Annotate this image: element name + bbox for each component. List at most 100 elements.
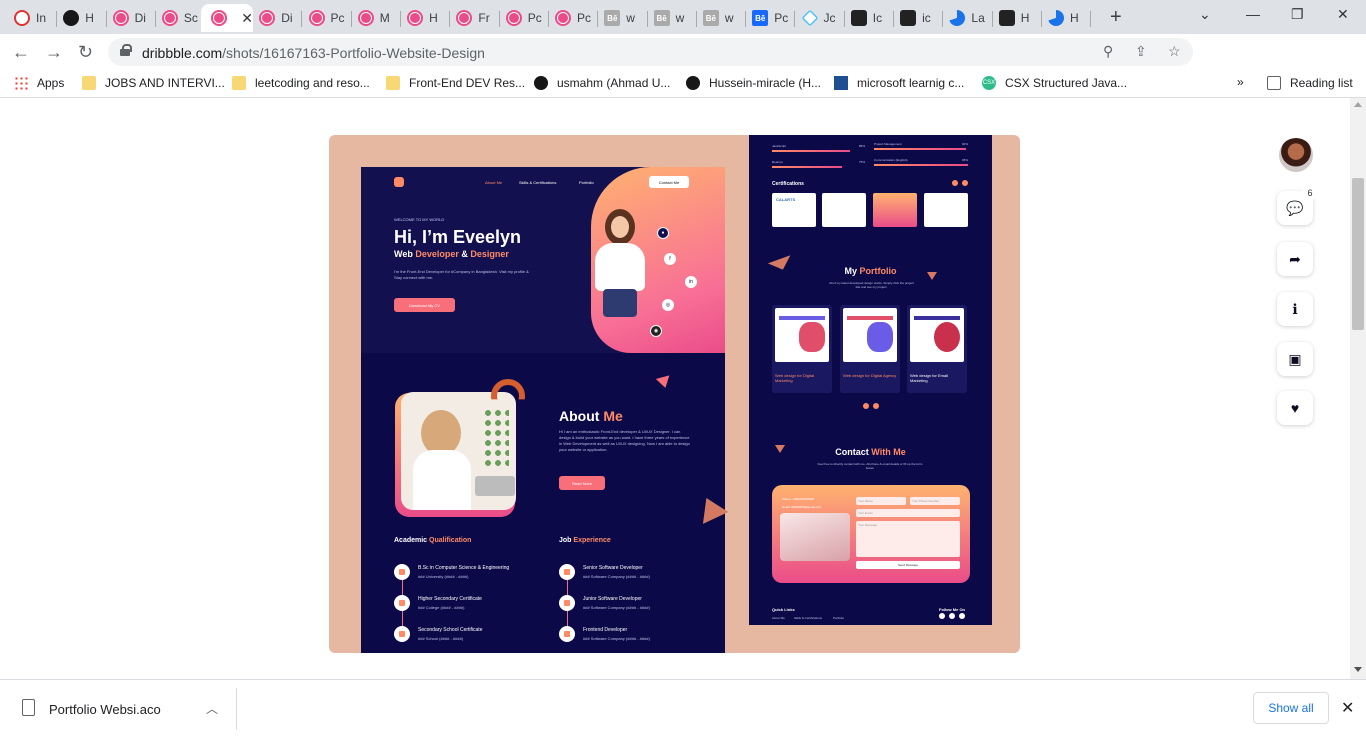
contact-title-text: Contact [835,447,869,457]
browser-tab[interactable]: H [993,4,1042,32]
browser-tab[interactable]: H [401,4,451,32]
browser-tab[interactable]: M [352,4,402,32]
bookmark-label: Front-End DEV Res... [409,76,526,90]
role-developer: Developer [415,249,459,259]
download-options-chevron-icon[interactable]: ︿ [206,700,218,717]
tab-label: M [379,11,390,25]
skill-pct: 95% [962,158,969,162]
github-icon [63,10,80,26]
bookmark-item[interactable]: JOBS AND INTERVI... [82,76,225,90]
form-message-field: Your Message [856,521,960,557]
close-window-button[interactable]: ✕ [1337,6,1349,23]
browser-tab[interactable]: ✕ [201,4,254,32]
browser-tab[interactable]: In [8,4,58,32]
forward-icon[interactable]: → [45,42,63,63]
skill-bar [874,164,968,166]
instagram-icon: ◎ [662,299,674,311]
back-icon[interactable]: ← [12,42,30,63]
skill-pct: 90% [962,142,969,146]
about-title-text: About [559,408,600,424]
portfolio-card: Web design for Digital Agency [840,305,900,393]
browser-tab[interactable]: ic [894,4,944,32]
browser-tab[interactable]: Bē w [697,4,747,32]
cert-logo: CALARTS [776,197,796,202]
new-tab-button[interactable]: + [1110,6,1122,29]
browser-tab[interactable]: Bē w [598,4,648,32]
browser-tab[interactable]: Di [107,4,156,32]
portfolio-card-label: Web design for Digital Marketing [775,373,815,383]
bookmark-item[interactable]: leetcoding and reso... [232,76,370,90]
like-button[interactable]: ♥ [1277,391,1313,425]
form-phone-field: Your Phone Number [910,497,960,505]
mock-hero-role: Web Developer & Designer [394,249,509,259]
job-item-sub: ### Software Company (#### - ####) [583,636,650,641]
github-icon [686,76,700,90]
dribbble-icon [259,10,276,26]
download-file-name[interactable]: Portfolio Websi.aco [49,702,161,717]
shot-image[interactable]: About Me Skills & Certifications Portfol… [329,135,1020,653]
certifications-title: Certifications [772,181,804,187]
browser-tab[interactable]: Pc [500,4,549,32]
close-downloads-bar-icon[interactable]: ✕ [1341,698,1354,718]
show-all-downloads-button[interactable]: Show all [1253,692,1329,724]
about-title-accent: Me [603,408,623,424]
url-text[interactable]: dribbble.com/shots/16167163-Portfolio-We… [142,45,485,61]
bookmarks-bar: » Reading list Apps JOBS AND INTERVI... le… [0,70,1366,98]
quick-links-title: Quick Links [772,607,795,612]
page-scrollbar[interactable] [1350,98,1366,679]
browser-tab[interactable]: H [57,4,107,32]
reading-list-button[interactable]: Reading list [1267,76,1353,90]
form-name-field: Your Name [856,497,906,505]
close-tab-icon[interactable]: ✕ [241,10,253,27]
reload-icon[interactable]: ↻ [78,42,93,63]
browser-tab[interactable]: Ic [845,4,895,32]
thumb-band [847,316,893,320]
mock-download-cv: Download My CV [394,298,455,312]
bookmark-item[interactable]: microsoft learnig c... [834,76,964,90]
bookmark-star-icon[interactable]: ☆ [1168,43,1181,60]
browser-tab[interactable]: Sc [156,4,206,32]
address-bar[interactable]: dribbble.com/shots/16167163-Portfolio-We… [108,38,1193,66]
browser-tab[interactable]: Bē w [648,4,697,32]
bookmark-label: leetcoding and reso... [255,76,370,90]
browser-tab[interactable]: Jc [796,4,845,32]
academic-item: B.Sc in Computer Science & Engineering ##… [394,564,544,588]
zoom-search-icon[interactable]: ⚲ [1103,43,1113,60]
scrollbar-thumb[interactable] [1352,178,1364,330]
bookmark-item[interactable]: Hussein-miracle (H... [686,76,821,90]
browser-tab[interactable]: Pc [549,4,599,32]
minimize-button[interactable]: — [1246,6,1260,22]
bookmark-item[interactable]: CSX CSX Structured Java... [982,76,1127,90]
browser-tab[interactable]: H [1042,4,1092,32]
mock-read-more: Read More [559,476,605,490]
behance-icon: Bē [752,10,769,26]
photo-laptop [475,476,515,496]
downloads-bar: Portfolio Websi.aco ︿ Show all ✕ [0,679,1366,736]
browser-tab[interactable]: Pc [303,4,352,32]
share-icon[interactable]: ⇪ [1135,43,1147,60]
designer-avatar[interactable] [1279,138,1313,172]
save-to-collection-button[interactable]: ▣ [1277,342,1313,376]
share-button[interactable]: ➦ [1277,242,1313,276]
portfolio-card: Web design for Email Marketing [907,305,967,393]
browser-tab[interactable]: Fr [450,4,500,32]
browser-tab[interactable]: La [943,4,993,32]
skill-label: React.js [772,160,783,164]
tab-label: w [626,11,635,25]
scroll-down-arrow[interactable] [1354,667,1362,672]
thumb-art [867,322,893,352]
browser-tab[interactable]: Bē Pc [746,4,796,32]
url-host: dribbble.com [142,45,223,61]
browser-tab[interactable]: Di [253,4,303,32]
academic-title-accent: Qualification [429,537,472,544]
bookmark-item[interactable]: Front-End DEV Res... [386,76,525,90]
info-button[interactable]: ℹ [1277,292,1313,326]
bookmark-item[interactable]: usmahm (Ahmad U... [534,76,670,90]
lock-icon [120,44,132,56]
scroll-up-arrow[interactable] [1354,102,1362,107]
tab-search-icon[interactable]: ⌄ [1199,6,1211,23]
restore-button[interactable]: ❐ [1291,6,1304,23]
microsoft-icon [834,76,848,90]
more-bookmarks-button[interactable]: » [1237,75,1244,89]
bookmark-item[interactable]: Apps [14,76,64,90]
